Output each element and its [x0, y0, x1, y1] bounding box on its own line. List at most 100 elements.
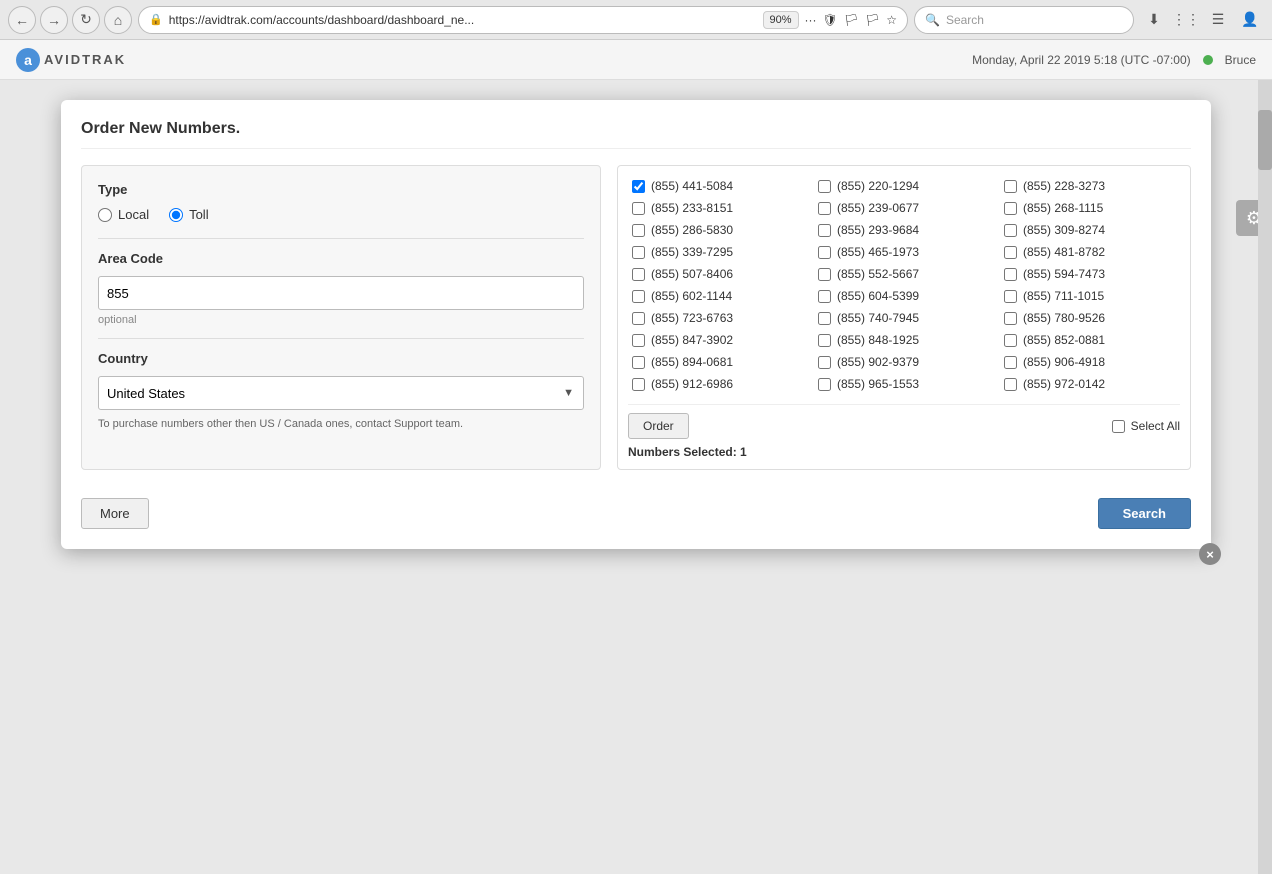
local-radio-input[interactable] [98, 208, 112, 222]
number-checkbox[interactable] [818, 180, 831, 193]
number-item: (855) 847-3902 [628, 330, 808, 350]
left-panel: Type Local Toll Area Code optional [81, 165, 601, 470]
number-text: (855) 852-0881 [1023, 333, 1105, 347]
user-icon[interactable]: 👤 [1236, 6, 1264, 34]
reload-button[interactable]: ↻ [72, 6, 100, 34]
type-label: Type [98, 182, 584, 197]
number-checkbox[interactable] [632, 356, 645, 369]
number-item: (855) 441-5084 [628, 176, 808, 196]
number-checkbox[interactable] [1004, 334, 1017, 347]
number-checkbox[interactable] [818, 224, 831, 237]
number-checkbox[interactable] [818, 268, 831, 281]
number-item: (855) 848-1925 [814, 330, 994, 350]
number-text: (855) 972-0142 [1023, 377, 1105, 391]
scrollbar-thumb[interactable] [1258, 110, 1272, 170]
number-checkbox[interactable] [1004, 378, 1017, 391]
number-item: (855) 481-8782 [1000, 242, 1180, 262]
number-checkbox[interactable] [1004, 290, 1017, 303]
toll-radio-label: Toll [189, 207, 209, 222]
modal-footer: More Search [81, 486, 1191, 529]
username: Bruce [1225, 53, 1256, 67]
search-button[interactable]: Search [1098, 498, 1191, 529]
number-text: (855) 220-1294 [837, 179, 919, 193]
download-icon[interactable]: ⬇ [1140, 6, 1168, 34]
number-text: (855) 233-8151 [651, 201, 733, 215]
modal-dialog: Order New Numbers. Type Local Toll Area [61, 100, 1211, 549]
number-checkbox[interactable] [818, 312, 831, 325]
forward-button[interactable]: → [40, 6, 68, 34]
back-button[interactable]: ← [8, 6, 36, 34]
type-radio-group: Local Toll [98, 207, 584, 222]
number-text: (855) 711-1015 [1023, 289, 1104, 303]
number-checkbox[interactable] [632, 334, 645, 347]
number-checkbox[interactable] [818, 378, 831, 391]
number-checkbox[interactable] [1004, 268, 1017, 281]
number-text: (855) 780-9526 [1023, 311, 1105, 325]
browser-search-bar[interactable]: 🔍 Search [914, 6, 1134, 34]
number-item: (855) 594-7473 [1000, 264, 1180, 284]
toll-radio-input[interactable] [169, 208, 183, 222]
number-checkbox[interactable] [632, 180, 645, 193]
number-checkbox[interactable] [818, 334, 831, 347]
address-bar[interactable]: 🔒 https://avidtrak.com/accounts/dashboar… [138, 6, 908, 34]
hamburger-icon[interactable]: ☰ [1204, 6, 1232, 34]
number-checkbox[interactable] [632, 312, 645, 325]
number-checkbox[interactable] [818, 202, 831, 215]
number-checkbox[interactable] [1004, 224, 1017, 237]
number-checkbox[interactable] [818, 290, 831, 303]
number-text: (855) 339-7295 [651, 245, 733, 259]
right-panel: (855) 441-5084 (855) 220-1294 (855) 228-32… [617, 165, 1191, 470]
area-code-input[interactable] [98, 276, 584, 310]
number-checkbox[interactable] [632, 268, 645, 281]
radio-toll[interactable]: Toll [169, 207, 209, 222]
order-button[interactable]: Order [628, 413, 689, 439]
user-status-dot [1203, 55, 1213, 65]
select-all-label: Select All [1131, 419, 1180, 433]
logo-name: AVIDTRAK [44, 52, 126, 67]
apps-icon[interactable]: ⋮⋮ [1172, 6, 1200, 34]
divider-2 [98, 338, 584, 339]
number-checkbox[interactable] [632, 202, 645, 215]
number-text: (855) 268-1115 [1023, 201, 1103, 215]
flag-icon2: 🏳 [865, 13, 880, 27]
radio-local[interactable]: Local [98, 207, 149, 222]
number-checkbox[interactable] [1004, 246, 1017, 259]
number-checkbox[interactable] [818, 356, 831, 369]
number-item: (855) 906-4918 [1000, 352, 1180, 372]
number-item: (855) 233-8151 [628, 198, 808, 218]
number-checkbox[interactable] [632, 290, 645, 303]
number-item: (855) 220-1294 [814, 176, 994, 196]
number-checkbox[interactable] [1004, 202, 1017, 215]
menu-dots[interactable]: ··· [805, 13, 817, 27]
numbers-grid: (855) 441-5084 (855) 220-1294 (855) 228-32… [628, 176, 1180, 394]
number-item: (855) 723-6763 [628, 308, 808, 328]
number-item: (855) 965-1553 [814, 374, 994, 394]
number-checkbox[interactable] [1004, 180, 1017, 193]
country-select[interactable]: United States Canada [98, 376, 584, 410]
select-all-checkbox[interactable] [1112, 420, 1125, 433]
number-checkbox[interactable] [1004, 356, 1017, 369]
home-button[interactable]: ⌂ [104, 6, 132, 34]
optional-text: optional [98, 314, 584, 326]
number-item: (855) 339-7295 [628, 242, 808, 262]
number-checkbox[interactable] [1004, 312, 1017, 325]
modal-close-button[interactable]: × [1199, 543, 1221, 565]
number-item: (855) 239-0677 [814, 198, 994, 218]
browser-chrome: ← → ↻ ⌂ 🔒 https://avidtrak.com/accounts/… [0, 0, 1272, 40]
number-text: (855) 848-1925 [837, 333, 919, 347]
number-text: (855) 602-1144 [651, 289, 732, 303]
number-text: (855) 507-8406 [651, 267, 733, 281]
number-text: (855) 847-3902 [651, 333, 733, 347]
number-checkbox[interactable] [632, 224, 645, 237]
number-checkbox[interactable] [632, 246, 645, 259]
number-item: (855) 286-5830 [628, 220, 808, 240]
number-checkbox[interactable] [818, 246, 831, 259]
nav-buttons: ← → ↻ ⌂ [8, 6, 132, 34]
number-checkbox[interactable] [632, 378, 645, 391]
star-icon[interactable]: ☆ [886, 13, 897, 27]
more-button[interactable]: More [81, 498, 149, 529]
number-item: (855) 604-5399 [814, 286, 994, 306]
area-code-label: Area Code [98, 251, 584, 266]
number-text: (855) 894-0681 [651, 355, 733, 369]
number-item: (855) 228-3273 [1000, 176, 1180, 196]
